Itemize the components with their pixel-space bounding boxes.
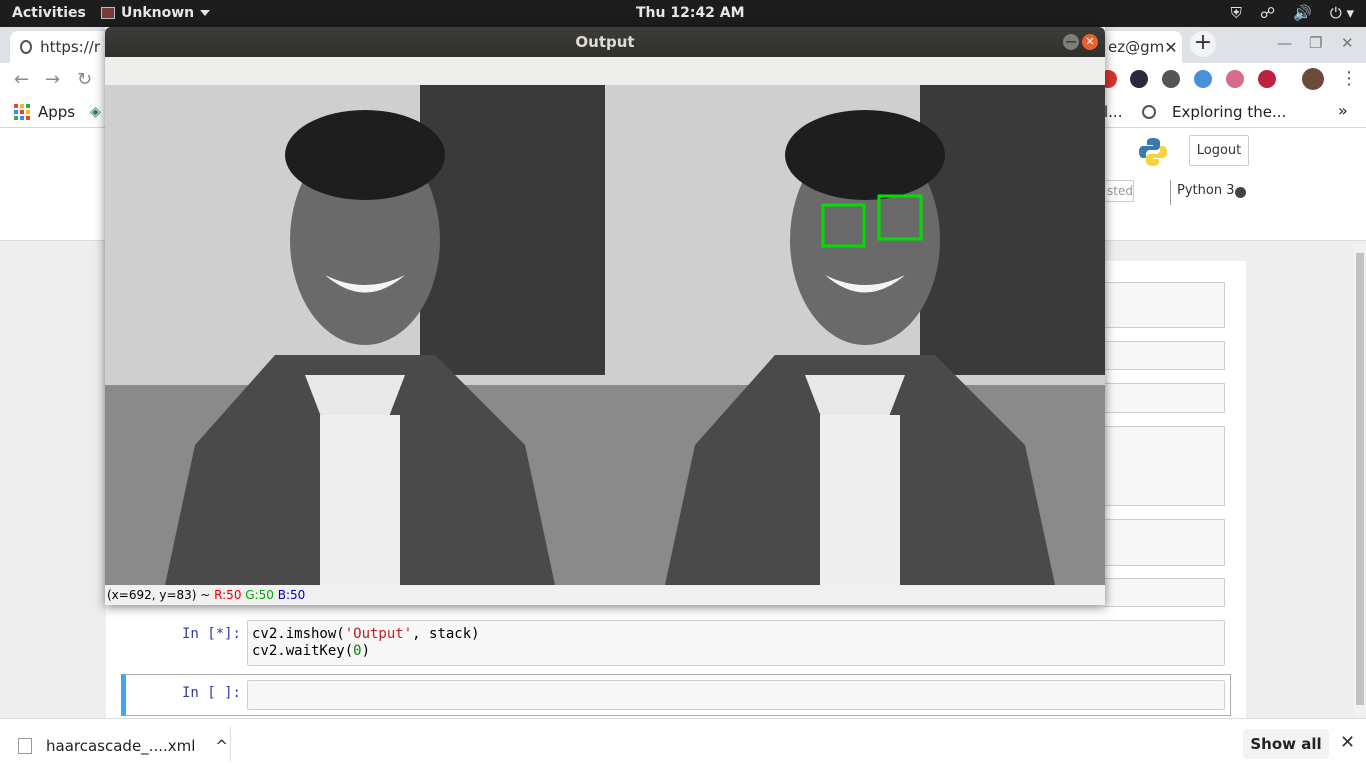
kernel-indicator[interactable]: Python 3 xyxy=(1170,180,1252,205)
opencv-output-window[interactable]: Output — ✕ (x=692, y=83) ~ R:50 G:50 B:5… xyxy=(105,27,1105,605)
grayscale-photo[interactable] xyxy=(105,85,605,585)
network-icon[interactable]: ☍ xyxy=(1260,4,1275,22)
avatar[interactable] xyxy=(1302,68,1324,90)
page-scrollbar[interactable] xyxy=(1354,243,1366,718)
maximize-icon[interactable]: ❐ xyxy=(1309,34,1322,52)
code-line: cv2.imshow('Output', stack) xyxy=(252,626,480,642)
code-line: cv2.waitKey(0) xyxy=(252,643,371,659)
search-extension-icon[interactable] xyxy=(1194,70,1212,88)
window-title: Output xyxy=(575,33,635,51)
chevron-up-icon[interactable]: ^ xyxy=(215,737,228,755)
browser-tab-active[interactable]: ez@gm ✕ xyxy=(1098,31,1182,63)
pixel-status-bar: (x=692, y=83) ~ R:50 G:50 B:50 xyxy=(107,588,305,602)
code-cell-input[interactable] xyxy=(1103,341,1225,370)
code-cell-input[interactable] xyxy=(1103,578,1225,607)
app-menu[interactable]: Unknown xyxy=(101,5,211,21)
app-menu-label: Unknown xyxy=(121,5,195,21)
power-icon[interactable]: ⏻ ▾ xyxy=(1330,4,1354,22)
bookmark-item[interactable]: Exploring the... xyxy=(1142,103,1286,121)
chevron-down-icon xyxy=(200,10,211,16)
app-icon xyxy=(101,7,115,19)
volume-icon[interactable]: 🔊 xyxy=(1293,4,1312,22)
logout-button[interactable]: Logout xyxy=(1189,135,1249,166)
download-item[interactable]: haarcascade_....xml ^ xyxy=(18,737,228,755)
window-toolbar xyxy=(105,57,1105,85)
code-cell[interactable]: In [*]: cv2.imshow('Output', stack) cv2.… xyxy=(121,620,1231,666)
gnome-top-bar: Activities Unknown Thu 12:42 AM ⛨ ☍ 🔊 ⏻ … xyxy=(0,0,1366,27)
file-icon xyxy=(18,738,32,754)
code-cell-input[interactable] xyxy=(1103,426,1225,506)
activities-button[interactable]: Activities xyxy=(12,5,86,21)
cell-prompt: In [*]: xyxy=(181,626,241,642)
forward-icon[interactable]: → xyxy=(45,69,60,90)
trusted-indicator[interactable]: sted xyxy=(1100,180,1134,202)
globe-icon xyxy=(1142,105,1156,119)
shield-icon[interactable]: ⛨ xyxy=(1231,4,1242,22)
more-bookmarks-icon[interactable]: » xyxy=(1338,101,1348,120)
close-icon[interactable]: ✕ xyxy=(1341,34,1354,52)
back-icon[interactable]: ← xyxy=(14,69,29,90)
download-shelf: haarcascade_....xml ^ Show all ✕ xyxy=(0,718,1366,768)
reload-icon[interactable]: ↻ xyxy=(77,69,92,90)
menu-kebab-icon[interactable]: ⋮ xyxy=(1340,68,1358,89)
tab-title: ez@gm xyxy=(1108,38,1165,56)
scrollbar-thumb[interactable] xyxy=(1356,253,1364,705)
kernel-busy-icon xyxy=(1235,187,1246,198)
cell-prompt: In [ ]: xyxy=(181,685,241,701)
system-tray[interactable]: ⛨ ☍ 🔊 ⏻ ▾ xyxy=(1231,4,1354,22)
apps-grid-icon xyxy=(14,104,30,120)
blocker-icon[interactable] xyxy=(1258,70,1276,88)
window-titlebar[interactable]: Output — ✕ xyxy=(105,27,1105,57)
react-devtools-icon[interactable] xyxy=(1130,70,1148,88)
bookmark-diamond-icon[interactable]: ◈ xyxy=(90,104,101,120)
minimize-icon[interactable]: — xyxy=(1277,34,1292,52)
extension-icon[interactable] xyxy=(1162,70,1180,88)
show-all-button[interactable]: Show all xyxy=(1243,729,1329,759)
clock[interactable]: Thu 12:42 AM xyxy=(636,5,745,21)
red-value: R:50 xyxy=(214,588,242,602)
code-cell-input[interactable] xyxy=(1103,282,1225,328)
code-cell-input[interactable]: cv2.imshow('Output', stack) cv2.waitKey(… xyxy=(247,620,1225,666)
bookmark-label: Apps xyxy=(38,103,76,121)
grayscale-photo-with-detections[interactable] xyxy=(605,85,1105,585)
code-cell-input[interactable] xyxy=(1103,383,1225,413)
browser-tab[interactable]: https://r xyxy=(10,31,110,63)
python-logo-icon xyxy=(1139,138,1167,166)
code-cell-input[interactable] xyxy=(1103,519,1225,566)
close-tab-icon[interactable]: ✕ xyxy=(1164,38,1177,57)
cursor-coords: (x=692, y=83) ~ xyxy=(107,588,215,602)
download-filename: haarcascade_....xml xyxy=(46,737,196,755)
green-value: G:50 xyxy=(245,588,274,602)
bookmark-label: Exploring the... xyxy=(1172,103,1287,121)
code-cell-input[interactable] xyxy=(247,680,1225,710)
close-icon[interactable]: ✕ xyxy=(1340,732,1355,753)
blue-value: B:50 xyxy=(277,588,306,602)
bookmark-item[interactable]: l... xyxy=(1104,103,1122,121)
globe-icon xyxy=(20,40,33,54)
tab-title: https://r xyxy=(40,38,100,56)
minimize-icon[interactable]: — xyxy=(1063,34,1079,50)
code-cell-selected[interactable]: In [ ]: xyxy=(121,674,1231,716)
bookmark-apps[interactable]: Apps xyxy=(14,103,75,121)
new-tab-button[interactable]: + xyxy=(1190,31,1216,57)
kernel-name: Python 3 xyxy=(1177,183,1235,198)
divider xyxy=(230,727,231,761)
extension-badge-icon[interactable] xyxy=(1226,70,1244,88)
close-icon[interactable]: ✕ xyxy=(1082,34,1098,50)
